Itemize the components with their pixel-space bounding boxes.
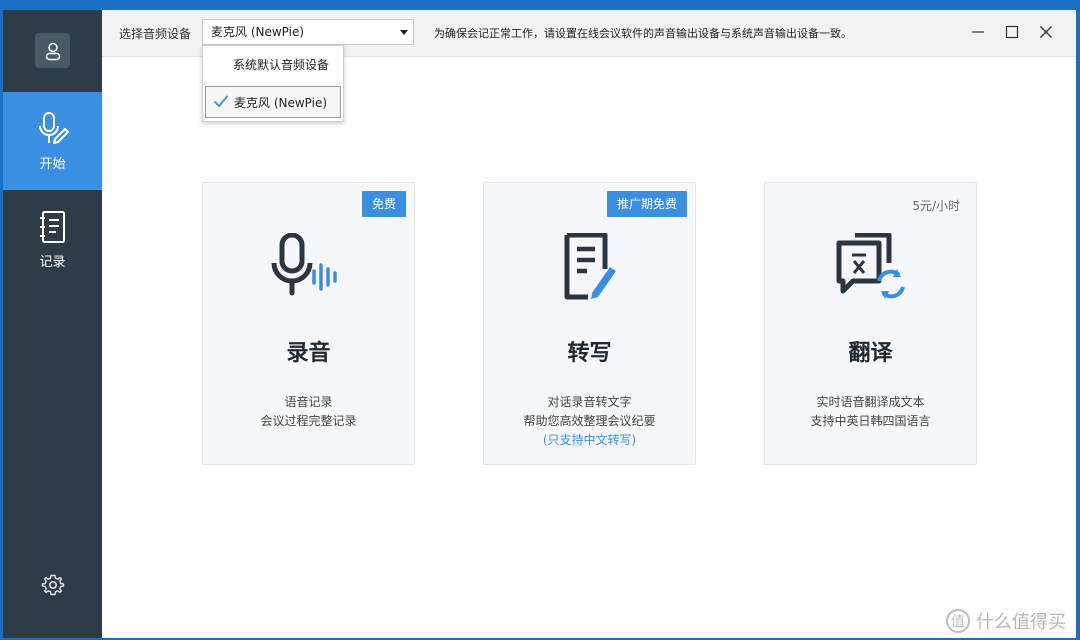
badge-free: 免费 [361,191,406,217]
card-transcribe[interactable]: 推广期免费 转写 对话录音转文字 帮助您高效整理会议纪要 (只支持中文转写) [483,182,696,465]
minimize-icon [972,31,984,33]
card-description: 实时语音翻译成文本 支持中英日韩四国语言 [765,393,976,431]
maximize-button[interactable] [1002,22,1022,42]
card-desc-line: 语音记录 [284,395,333,409]
user-avatar[interactable] [35,33,70,68]
translate-refresh-icon [836,233,905,299]
sidebar-item-start[interactable]: 开始 [3,92,102,190]
microphone-wave-icon [271,233,337,296]
card-title: 录音 [286,341,331,366]
card-desc-line: 会议过程完整记录 [260,414,357,428]
card-title: 转写 [567,341,612,366]
close-icon [1040,26,1052,38]
card-title: 翻译 [848,341,893,366]
watermark: 值 什么值得买 [946,608,1066,634]
watermark-logo: 值 [946,609,970,633]
card-desc-line: 支持中英日韩四国语言 [810,414,931,428]
close-button[interactable] [1036,22,1056,42]
gear-icon[interactable] [41,573,65,597]
minimize-button[interactable] [968,22,988,42]
dropdown-option[interactable]: 系统默认音频设备 [205,49,341,81]
card-desc-line: 实时语音翻译成文本 [816,395,925,409]
dropdown-option-label: 麦克风 (NewPie) [234,96,328,110]
price-label: 5元/小时 [912,199,960,213]
chevron-down-icon [400,30,408,35]
sidebar-item-label: 开始 [39,156,66,172]
card-desc-line: 帮助您高效整理会议纪要 [523,414,656,428]
card-description: 对话录音转文字 帮助您高效整理会议纪要 (只支持中文转写) [484,393,695,450]
dropdown-option-selected[interactable]: 麦克风 (NewPie) [205,86,341,118]
sidebar: 开始 记录 [3,10,102,638]
card-description: 语音记录 会议过程完整记录 [203,393,414,431]
sidebar-item-label: 记录 [39,254,66,270]
card-note: (只支持中文转写) [542,433,637,447]
mic-pen-icon [38,111,69,144]
watermark-text: 什么值得买 [976,612,1066,633]
badge-promo-free: 推广期免费 [606,191,687,217]
card-translate[interactable]: 5元/小时 翻译 实时语音翻译成文本 支持中英日韩四国语言 [764,182,977,465]
audio-device-dropdown: 系统默认音频设备 麦克风 (NewPie) [202,45,344,122]
document-pen-icon [564,233,616,300]
sidebar-item-records[interactable]: 记录 [3,190,102,288]
card-desc-line: 对话录音转文字 [547,395,632,409]
user-icon [45,42,60,60]
checkmark-icon [213,95,229,108]
notice-text: 为确保会记正常工作，请设置在线会议软件的声音输出设备与系统声音输出设备一致。 [434,27,852,40]
dropdown-option-label: 系统默认音频设备 [233,58,330,72]
app-window: 开始 记录 选择音频设备 麦克风 (NewPie) 为确保会记正常工作，请设置在… [3,10,1076,638]
device-label: 选择音频设备 [119,27,192,41]
maximize-icon [1005,25,1019,39]
card-record[interactable]: 免费 录音 语音记录 会议过程完整记录 [202,182,415,465]
audio-device-select[interactable]: 麦克风 (NewPie) [202,19,414,45]
audio-device-value: 麦克风 (NewPie) [211,25,305,39]
notebook-icon [39,210,65,243]
